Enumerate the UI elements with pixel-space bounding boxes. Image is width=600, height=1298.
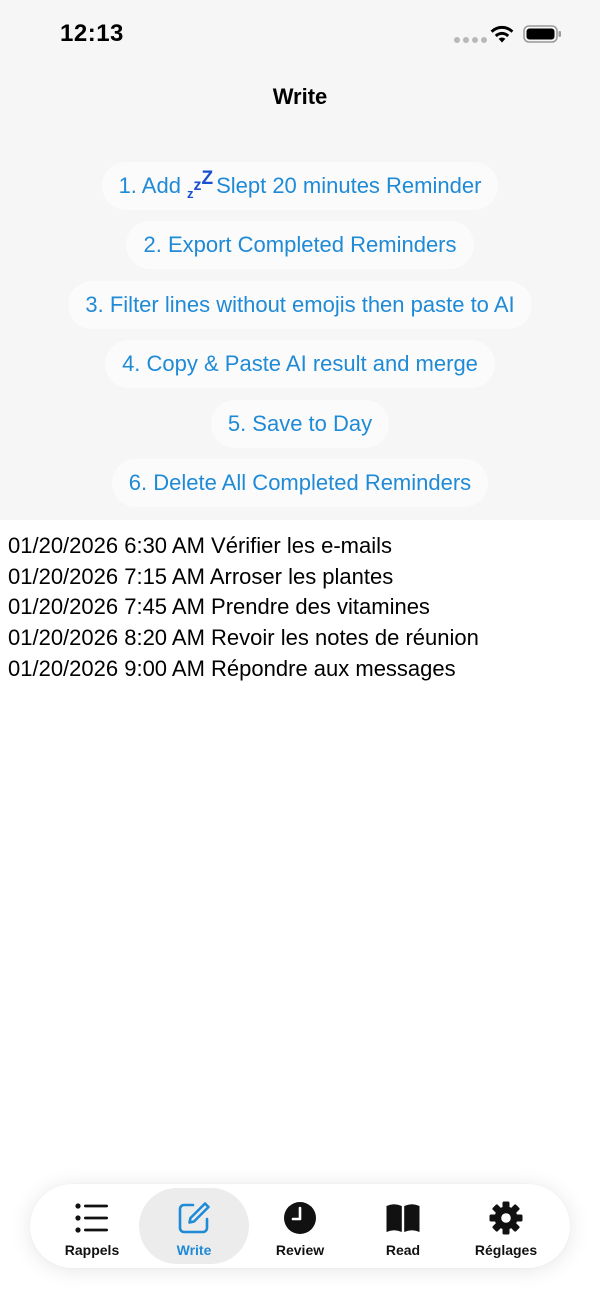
log-line: 01/20/2026 9:00 AM Répondre aux messages	[8, 655, 456, 681]
book-icon	[386, 1204, 420, 1232]
top-panel: 12:13 Write 1. Add zzZ Slept 20 minutes …	[0, 0, 600, 520]
cellular-signal-icon	[454, 37, 487, 43]
add-button-prefix: 1. Add	[118, 173, 181, 198]
list-bullet-icon	[75, 1203, 108, 1233]
tab-reglages[interactable]: Réglages	[451, 1188, 561, 1264]
tab-rappels[interactable]: Rappels	[37, 1188, 147, 1264]
log-line: 01/20/2026 6:30 AM Vérifier les e-mails	[8, 533, 392, 558]
add-slept-reminder-button[interactable]: 1. Add zzZ Slept 20 minutes Reminder	[101, 162, 499, 210]
tab-label: Réglages	[474, 1242, 538, 1258]
tab-label: Write	[176, 1242, 212, 1258]
action-list: 1. Add zzZ Slept 20 minutes Reminder 2. …	[0, 162, 600, 518]
battery-icon	[523, 25, 561, 43]
log-line: 01/20/2026 7:45 AM Prendre des vitamines	[8, 594, 430, 620]
tab-read[interactable]: Read	[348, 1188, 458, 1264]
log-line: 01/20/2026 7:15 AM Arroser les plantes	[8, 563, 394, 589]
wifi-icon	[490, 25, 514, 43]
gear-icon	[489, 1201, 523, 1235]
square-pencil-icon	[178, 1202, 210, 1234]
reminder-text-area[interactable]: 01/20/2026 6:30 AM Vérifier les e-mails …	[8, 531, 598, 684]
save-to-day-button[interactable]: 5. Save to Day	[210, 399, 390, 448]
tab-write[interactable]: Write	[139, 1188, 249, 1264]
write-screen: 12:13 Write 1. Add zzZ Slept 20 minutes …	[0, 0, 600, 1298]
export-completed-reminders-button[interactable]: 2. Export Completed Reminders	[126, 221, 474, 270]
status-bar: 12:13	[0, 0, 600, 66]
tab-label: Read	[385, 1242, 421, 1258]
log-line: 01/20/2026 8:20 AM Revoir les notes de r…	[8, 625, 479, 651]
tab-label: Rappels	[64, 1242, 120, 1258]
delete-completed-reminders-button[interactable]: 6. Delete All Completed Reminders	[111, 458, 489, 507]
clock-icon	[284, 1202, 316, 1234]
zzz-sleep-icon: zzZ	[186, 168, 214, 201]
tab-label: Review	[275, 1242, 325, 1258]
add-button-suffix: Slept 20 minutes Reminder	[216, 173, 482, 198]
filter-lines-button[interactable]: 3. Filter lines without emojis then past…	[68, 280, 532, 329]
paste-ai-result-button[interactable]: 4. Copy & Paste AI result and merge	[105, 340, 495, 389]
tab-bar: Rappels Write Review Read Réglages	[30, 1184, 570, 1268]
status-time: 12:13	[60, 20, 124, 47]
tab-review[interactable]: Review	[245, 1188, 355, 1264]
page-title: Write	[272, 84, 328, 109]
